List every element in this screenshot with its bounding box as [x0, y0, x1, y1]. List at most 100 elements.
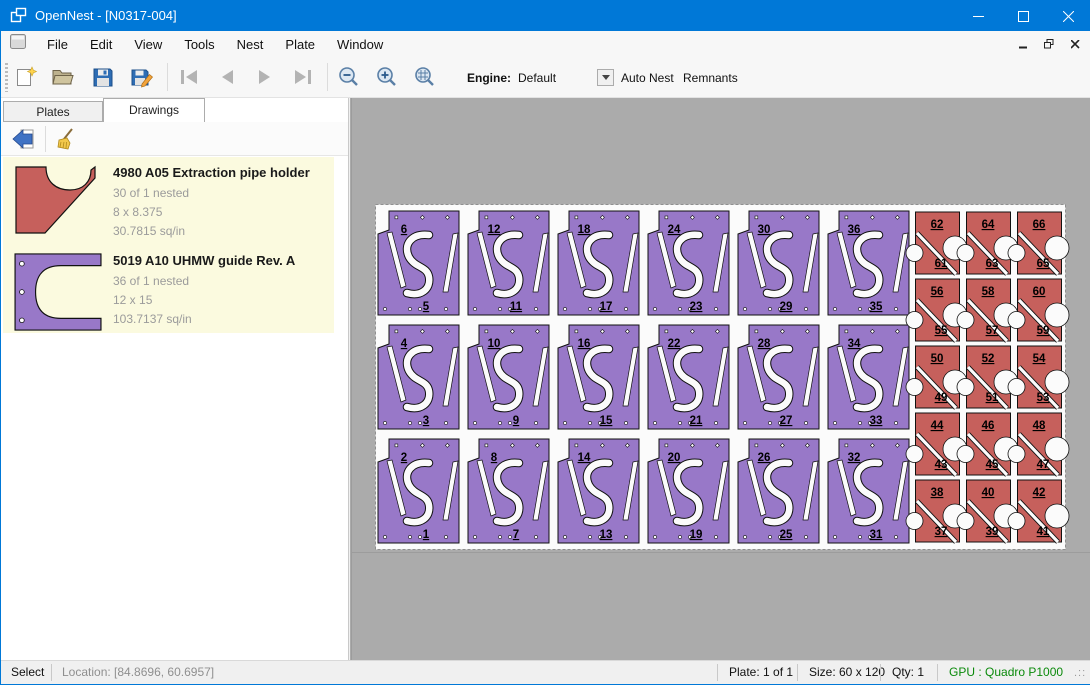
save-button[interactable] — [89, 63, 117, 91]
title-bar: OpenNest - [N0317-004] — [1, 1, 1090, 31]
part-number: 32 — [848, 452, 861, 464]
auto-nest-button[interactable]: Auto Nest — [621, 71, 674, 85]
purple-part-pair[interactable] — [468, 211, 549, 315]
purple-part-pair[interactable] — [558, 211, 639, 315]
part-number: 9 — [513, 415, 519, 427]
purple-part-pair[interactable] — [468, 325, 549, 429]
part-number: 29 — [780, 301, 793, 313]
part-number: 39 — [986, 526, 999, 538]
last-plate-button[interactable] — [289, 63, 317, 91]
clean-drawings-button[interactable] — [51, 125, 79, 153]
maximize-button[interactable] — [1001, 1, 1046, 31]
resize-grip[interactable]: .:: — [1074, 667, 1088, 681]
purple-part-pair[interactable] — [738, 439, 819, 543]
import-drawing-button[interactable] — [9, 125, 37, 153]
part-number: 6 — [401, 224, 407, 236]
open-file-button[interactable] — [49, 63, 77, 91]
status-separator — [880, 664, 881, 681]
purple-part-pair[interactable] — [378, 325, 459, 429]
part-number: 65 — [1037, 258, 1050, 270]
nest-canvas[interactable]: 6512111817242330293635431091615222128273… — [350, 98, 1090, 660]
engine-dropdown-arrow[interactable] — [597, 69, 614, 86]
status-plate: Plate: 1 of 1 — [729, 665, 793, 679]
purple-part-pair[interactable] — [558, 439, 639, 543]
status-qty: Qty: 1 — [892, 665, 924, 679]
drawing-size: 12 x 15 — [113, 291, 295, 310]
drawing-nested-count: 36 of 1 nested — [113, 272, 295, 291]
mdi-restore-button[interactable] — [1039, 35, 1059, 53]
part-number: 61 — [935, 258, 948, 270]
status-separator — [797, 664, 798, 681]
menu-file[interactable]: File — [36, 33, 79, 56]
minimize-button[interactable] — [956, 1, 1001, 31]
purple-part-pair[interactable] — [378, 211, 459, 315]
zoom-fit-button[interactable] — [411, 63, 439, 91]
part-number: 37 — [935, 526, 948, 538]
part-number: 12 — [488, 224, 501, 236]
previous-plate-button[interactable] — [213, 63, 241, 91]
new-document-button[interactable] — [11, 63, 39, 91]
status-bar: Select Location: [84.8696, 60.6957] Plat… — [1, 660, 1090, 684]
purple-part-pair[interactable] — [828, 211, 909, 315]
zoom-in-button[interactable] — [373, 63, 401, 91]
engine-value[interactable]: Default — [518, 71, 556, 85]
part-number: 11 — [510, 301, 523, 313]
purple-part-pair[interactable] — [738, 211, 819, 315]
close-button[interactable] — [1046, 1, 1090, 31]
purple-part-pair[interactable] — [648, 325, 729, 429]
purple-part-pair[interactable] — [378, 439, 459, 543]
window-title: OpenNest - [N0317-004] — [35, 8, 177, 23]
purple-part-pair[interactable] — [828, 439, 909, 543]
part-number: 46 — [982, 420, 995, 432]
part-number: 50 — [931, 353, 944, 365]
part-number: 25 — [780, 529, 793, 541]
drawings-panel: Plates Drawings 4980 A05 Extraction pipe… — [1, 98, 349, 660]
part-number: 43 — [935, 459, 948, 471]
status-separator — [937, 664, 938, 681]
part-number: 54 — [1033, 353, 1046, 365]
drawing-item-4980[interactable]: 4980 A05 Extraction pipe holder 30 of 1 … — [3, 157, 334, 245]
mdi-minimize-button[interactable] — [1013, 35, 1033, 53]
menu-edit[interactable]: Edit — [79, 33, 123, 56]
part-number: 42 — [1033, 487, 1046, 499]
purple-part-pair[interactable] — [648, 211, 729, 315]
mdi-close-button[interactable] — [1065, 35, 1085, 53]
part-number: 7 — [513, 529, 519, 541]
part-number: 26 — [758, 452, 771, 464]
purple-part-pair[interactable] — [468, 439, 549, 543]
purple-part-pair[interactable] — [738, 325, 819, 429]
drawing-item-5019[interactable]: 5019 A10 UHMW guide Rev. A 36 of 1 neste… — [3, 245, 334, 333]
part-number: 49 — [935, 392, 948, 404]
menu-window[interactable]: Window — [326, 33, 394, 56]
document-system-icon[interactable] — [10, 34, 26, 54]
purple-part-pair[interactable] — [558, 325, 639, 429]
part-number: 2 — [401, 452, 407, 464]
next-plate-button[interactable] — [251, 63, 279, 91]
part-number: 21 — [690, 415, 703, 427]
tab-drawings[interactable]: Drawings — [103, 98, 205, 122]
drawing-nested-count: 30 of 1 nested — [113, 184, 310, 203]
toolbar-grip — [5, 63, 8, 92]
part-number: 47 — [1037, 459, 1050, 471]
first-plate-button[interactable] — [175, 63, 203, 91]
purple-part-pair[interactable] — [648, 439, 729, 543]
part-number: 31 — [870, 529, 883, 541]
part-number: 51 — [986, 392, 999, 404]
zoom-out-button[interactable] — [335, 63, 363, 91]
part-number: 44 — [931, 420, 944, 432]
tab-plates[interactable]: Plates — [3, 101, 103, 122]
menu-tools[interactable]: Tools — [173, 33, 225, 56]
part-number: 66 — [1033, 219, 1046, 231]
menu-nest[interactable]: Nest — [226, 33, 275, 56]
part-number: 41 — [1037, 526, 1050, 538]
menu-view[interactable]: View — [123, 33, 173, 56]
menu-plate[interactable]: Plate — [274, 33, 326, 56]
part-number: 3 — [423, 415, 429, 427]
part-number: 19 — [690, 529, 703, 541]
remnants-button[interactable]: Remnants — [683, 71, 738, 85]
purple-part-pair[interactable] — [828, 325, 909, 429]
nest-plate-view[interactable]: 6512111817242330293635431091615222128273… — [350, 98, 1090, 660]
part-number: 36 — [848, 224, 861, 236]
save-as-button[interactable] — [127, 63, 155, 91]
part-number: 28 — [758, 338, 771, 350]
